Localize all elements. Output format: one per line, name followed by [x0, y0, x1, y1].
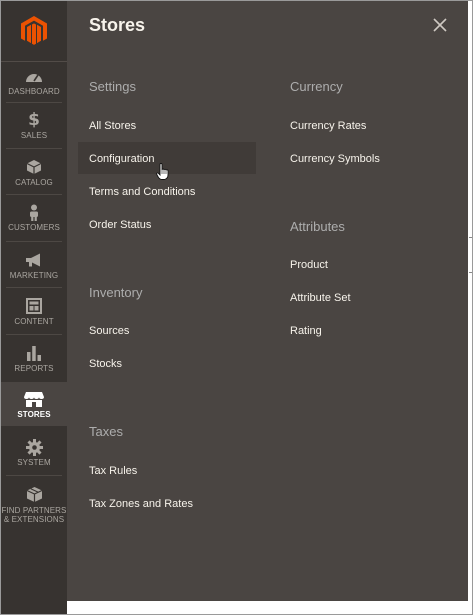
- group-title-inventory: Inventory: [89, 285, 143, 300]
- sidebar-item-marketing[interactable]: MARKETING: [1, 251, 67, 283]
- layout-icon: [26, 297, 42, 315]
- sidebar-item-reports[interactable]: REPORTS: [1, 344, 67, 376]
- sidebar-item-content[interactable]: CONTENT: [1, 297, 67, 329]
- sidebar-divider: [6, 334, 62, 335]
- sidebar-item-find-partners[interactable]: FIND PARTNERS & EXTENSIONS: [1, 485, 67, 525]
- sidebar-item-dashboard[interactable]: DASHBOARD: [1, 67, 67, 97]
- sidebar-divider: [6, 148, 62, 149]
- sidebar-item-label: CATALOG: [15, 178, 53, 187]
- admin-window: DASHBOARD $ SALES CATALOG CUSTOMERS MARK…: [0, 0, 473, 615]
- bar-chart-icon: [26, 344, 42, 362]
- sidebar-item-label: DASHBOARD: [8, 87, 60, 96]
- group-title-currency: Currency: [290, 79, 343, 94]
- sidebar-divider: [6, 102, 62, 103]
- sidebar-item-label: STORES: [17, 409, 51, 419]
- magento-logo-icon: [21, 16, 47, 45]
- sidebar-divider: [6, 475, 62, 476]
- link-rating[interactable]: Rating: [290, 325, 322, 337]
- sidebar-divider: [6, 287, 62, 288]
- link-product[interactable]: Product: [290, 259, 328, 271]
- sidebar-item-system[interactable]: SYSTEM: [1, 438, 67, 470]
- box-icon: [26, 158, 42, 176]
- close-icon[interactable]: [431, 16, 449, 34]
- sidebar-item-label: CONTENT: [14, 317, 54, 326]
- sidebar-item-label-line2: & EXTENSIONS: [3, 515, 65, 524]
- stores-flyout-panel: Stores Settings All Stores Configuration…: [67, 1, 468, 601]
- background-page-mark: [469, 237, 472, 238]
- link-currency-symbols[interactable]: Currency Symbols: [290, 153, 380, 165]
- page-title: Stores: [89, 15, 146, 35]
- admin-sidebar: DASHBOARD $ SALES CATALOG CUSTOMERS MARK…: [1, 1, 67, 614]
- storefront-icon: [24, 390, 44, 408]
- link-stocks[interactable]: Stocks: [89, 358, 122, 370]
- link-terms-and-conditions[interactable]: Terms and Conditions: [89, 186, 195, 198]
- link-configuration[interactable]: Configuration: [89, 153, 154, 165]
- link-all-stores[interactable]: All Stores: [89, 120, 136, 132]
- megaphone-icon: [25, 251, 43, 269]
- cube-icon: [26, 485, 43, 503]
- sidebar-item-label: MARKETING: [9, 271, 59, 280]
- sidebar-item-label: SYSTEM: [17, 458, 51, 467]
- dollar-icon: $: [28, 110, 40, 130]
- sidebar-item-label-line1: FIND PARTNERS: [1, 506, 67, 515]
- dashboard-icon: [25, 67, 43, 85]
- magento-logo[interactable]: [1, 1, 67, 62]
- link-order-status[interactable]: Order Status: [89, 219, 151, 231]
- sidebar-item-catalog[interactable]: CATALOG: [1, 158, 67, 190]
- sidebar-divider: [6, 194, 62, 195]
- group-title-taxes: Taxes: [89, 424, 123, 439]
- background-page-mark: [469, 272, 472, 273]
- link-tax-zones-and-rates[interactable]: Tax Zones and Rates: [89, 498, 193, 510]
- person-icon: [28, 203, 40, 221]
- sidebar-divider: [6, 241, 62, 242]
- link-attribute-set[interactable]: Attribute Set: [290, 292, 351, 304]
- sidebar-item-sales[interactable]: $ SALES: [1, 110, 67, 143]
- sidebar-item-label: CUSTOMERS: [8, 223, 60, 232]
- link-tax-rules[interactable]: Tax Rules: [89, 465, 137, 477]
- sidebar-item-stores[interactable]: STORES: [1, 382, 67, 426]
- link-sources[interactable]: Sources: [89, 325, 129, 337]
- background-page-edge: [468, 1, 472, 601]
- sidebar-item-label: SALES: [20, 131, 48, 140]
- hand-pointer-cursor-icon: [156, 163, 169, 185]
- sidebar-item-label: REPORTS: [14, 364, 54, 373]
- gear-icon: [25, 438, 43, 456]
- group-title-attributes: Attributes: [290, 219, 345, 234]
- sidebar-item-customers[interactable]: CUSTOMERS: [1, 203, 67, 235]
- link-currency-rates[interactable]: Currency Rates: [290, 120, 366, 132]
- group-title-settings: Settings: [89, 79, 136, 94]
